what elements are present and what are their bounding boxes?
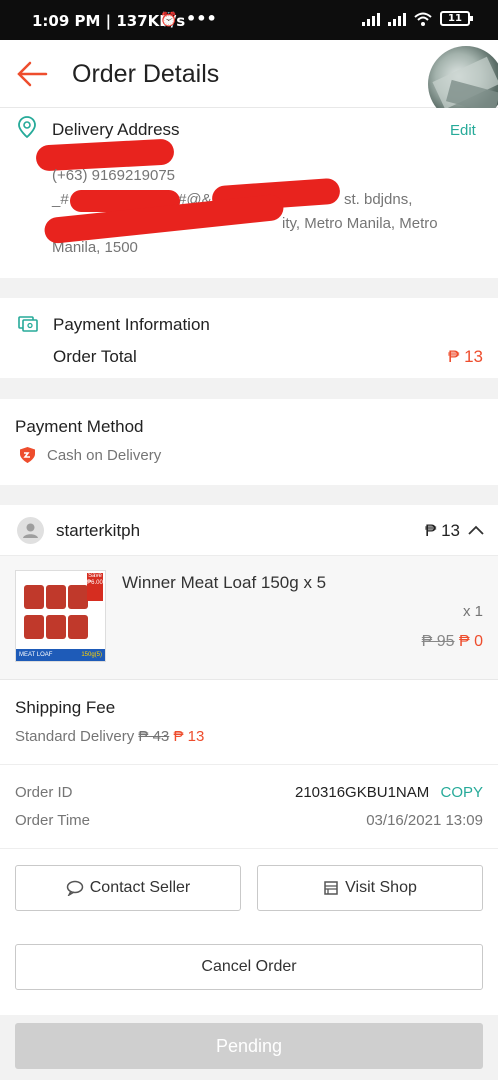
user-icon (23, 523, 38, 538)
pending-status-button: Pending (15, 1023, 483, 1069)
payment-info-label: Payment Information (53, 315, 210, 334)
app-header: Order Details (0, 40, 498, 122)
product-image-badge-text: Save ₱6.00 (87, 573, 103, 586)
visit-shop-label: Visit Shop (345, 879, 417, 896)
product-image-brand: MEAT LOAF (19, 652, 53, 658)
contact-seller-label: Contact Seller (89, 879, 191, 896)
alarm-icon: ⏰ (160, 12, 178, 28)
wifi-icon (414, 12, 432, 26)
payment-method-value: Cash on Delivery (47, 447, 162, 464)
delivery-address-section: Delivery Address Edit (+63) 9169219075 _… (0, 108, 498, 278)
address-line-1-start: _# (52, 191, 69, 208)
cancel-order-label: Cancel Order (201, 958, 297, 975)
pending-label: Pending (215, 1035, 283, 1056)
status-bar: 1:09 PM | 137KB/s ⏰ ••• 11 (0, 0, 498, 40)
battery-icon: 11 (440, 11, 473, 26)
back-arrow-icon[interactable] (16, 58, 48, 90)
shop-total: ₱ 13 (425, 521, 460, 540)
address-line-1-end: st. bdjdns, (344, 191, 413, 208)
product-sale-price: ₱ 0 (458, 633, 483, 650)
payment-method-label: Payment Method (15, 417, 144, 436)
product-name: Winner Meat Loaf 150g x 5 (122, 573, 327, 592)
order-total-value: ₱ 13 (448, 347, 483, 366)
order-id-value: 210316GKBU1NAM (295, 784, 430, 801)
shipping-original-fee: ₱ 43 (138, 728, 170, 745)
product-image-size: 150g(5) (81, 652, 102, 658)
order-time-value: 03/16/2021 13:09 (366, 812, 483, 829)
payment-info-section: Payment Information Order Total ₱ 13 (0, 298, 498, 378)
copy-order-id-button[interactable]: COPY (440, 784, 483, 801)
signal-icon (388, 12, 406, 26)
order-time-label: Order Time (15, 812, 91, 829)
payment-method-section: Payment Method Cash on Delivery (0, 399, 498, 485)
chevron-up-icon[interactable] (468, 524, 484, 536)
visit-shop-button[interactable]: Visit Shop (257, 865, 483, 911)
address-line-2: ity, Metro Manila, Metro (282, 215, 438, 232)
chat-icon (66, 880, 83, 896)
product-original-price: ₱ 95 (421, 633, 455, 650)
order-total-label: Order Total (53, 347, 137, 366)
contact-seller-button[interactable]: Contact Seller (15, 865, 241, 911)
address-phone: (+63) 9169219075 (52, 167, 176, 184)
order-info-section: Order ID 210316GKBU1NAM COPY Order Time … (0, 764, 498, 848)
shipping-fee-label: Shipping Fee (15, 698, 116, 717)
cod-shield-icon (20, 447, 35, 463)
page-title: Order Details (72, 60, 220, 88)
shop-name: starterkitph (56, 521, 141, 540)
shop-avatar (17, 517, 44, 544)
edit-address-link[interactable]: Edit (450, 122, 476, 139)
shipping-section: Shipping Fee Standard Delivery ₱ 43 ₱ 13 (0, 680, 498, 764)
more-icon: ••• (186, 9, 217, 28)
product-image-badge: Save ₱6.00 (87, 573, 103, 601)
shipping-details: Standard Delivery ₱ 43 ₱ 13 (15, 728, 204, 745)
location-pin-icon (18, 116, 36, 138)
shipping-method: Standard Delivery (15, 728, 135, 745)
product-price: ₱ 95 ₱ 0 (422, 633, 483, 651)
cancel-order-button[interactable]: Cancel Order (15, 944, 483, 990)
signal-icon (362, 12, 380, 26)
shop-header[interactable]: starterkitph ₱ 13 (0, 505, 498, 556)
battery-level: 11 (448, 13, 462, 24)
shipping-fee: ₱ 13 (173, 728, 205, 745)
product-image: Save ₱6.00 MEAT LOAF 150g(5) (15, 570, 106, 662)
delivery-address-label: Delivery Address (52, 120, 180, 139)
shop-icon (324, 881, 338, 895)
actions-section: Contact Seller Visit Shop Cancel Order (0, 848, 498, 1015)
product-image-footer: MEAT LOAF 150g(5) (16, 649, 105, 661)
payment-info-icon (18, 316, 38, 332)
order-id-label: Order ID (15, 784, 73, 801)
product-row[interactable]: Save ₱6.00 MEAT LOAF 150g(5) Winner Meat… (0, 556, 498, 680)
product-quantity: x 1 (462, 603, 483, 620)
